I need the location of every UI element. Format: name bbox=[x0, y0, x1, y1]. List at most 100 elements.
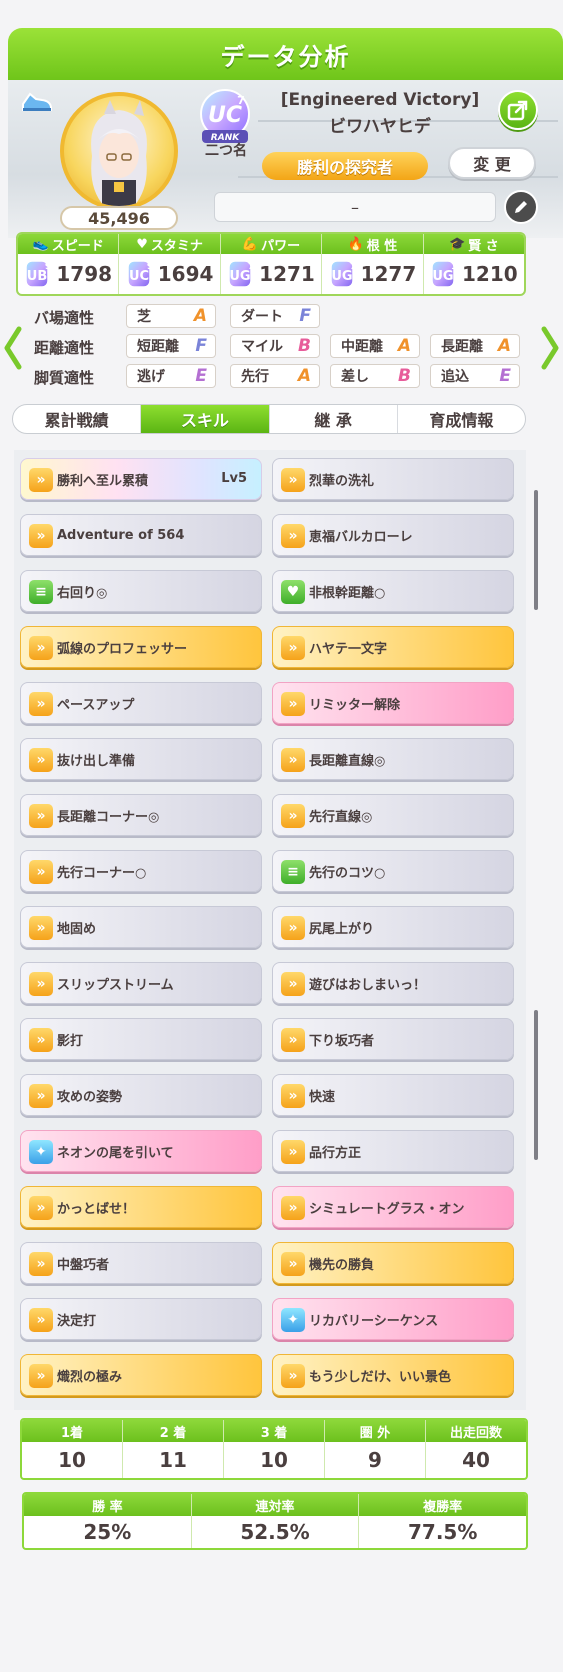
skill-item[interactable]: » 尻尾上がり bbox=[272, 906, 514, 948]
passive-green-icon: ≡ bbox=[29, 580, 53, 604]
character-name: ビワハヤヒデ bbox=[329, 117, 431, 137]
profile-panel: 45,496 UC 7 RANK 二つ名 [Engineered Victory… bbox=[8, 80, 563, 238]
result-cell: 出走回数 40 bbox=[426, 1420, 526, 1478]
speed-icon: » bbox=[29, 860, 53, 884]
rank-badge-icon: UC 7 RANK bbox=[200, 89, 250, 143]
skill-item[interactable]: » 長距離直線◎ bbox=[272, 738, 514, 780]
rate-label: 複勝率 bbox=[359, 1494, 526, 1516]
skill-name: 熾烈の極み bbox=[57, 1369, 123, 1385]
stat-label: パワー bbox=[261, 238, 301, 254]
skill-name: 快速 bbox=[309, 1089, 336, 1105]
speed-icon: » bbox=[281, 972, 305, 996]
speed-icon: » bbox=[29, 468, 53, 492]
tab-skills[interactable]: スキル bbox=[141, 405, 270, 433]
skill-item[interactable]: ≡ 先行のコツ○ bbox=[272, 850, 514, 892]
skill-item[interactable]: » もう少しだけ、いい景色 bbox=[272, 1354, 514, 1396]
skill-item[interactable]: » 機先の勝負 bbox=[272, 1242, 514, 1284]
skill-item[interactable]: » 攻めの姿勢 bbox=[20, 1074, 262, 1116]
speed-icon: » bbox=[281, 1028, 305, 1052]
speed-icon: » bbox=[29, 636, 53, 660]
skill-name: 長距離コーナー◎ bbox=[57, 809, 160, 825]
skill-level: Lv5 bbox=[221, 471, 247, 486]
aptitude-grade: A bbox=[497, 336, 511, 356]
skill-item[interactable]: » 遊びはおしまいっ！ bbox=[272, 962, 514, 1004]
rate-label: 連対率 bbox=[191, 1494, 359, 1516]
stat-label: 賢 さ bbox=[468, 238, 499, 254]
skill-item[interactable]: ≡ 右回り◎ bbox=[20, 570, 262, 612]
tab-bar: 累計戦績 スキル 継 承 育成情報 bbox=[12, 404, 526, 434]
speed-icon: » bbox=[29, 748, 53, 772]
skill-item[interactable]: » スリップストリーム bbox=[20, 962, 262, 1004]
speed-icon: » bbox=[29, 1028, 53, 1052]
skill-item[interactable]: » 恵福バルカローレ bbox=[272, 514, 514, 556]
aptitude-grade: A bbox=[297, 366, 311, 386]
speed-icon: » bbox=[281, 1364, 305, 1388]
next-arrow-icon[interactable] bbox=[541, 326, 559, 370]
race-results-table: 1着 10 2 着 11 3 着 10 圏 外9 出走回数 40 bbox=[20, 1418, 528, 1480]
share-button[interactable] bbox=[498, 90, 538, 130]
aptitude-item: 差し B bbox=[330, 364, 420, 388]
scrollbar[interactable] bbox=[534, 1010, 538, 1160]
rate-cell: 連対率 52.5% bbox=[191, 1494, 360, 1548]
recovery-icon: ✦ bbox=[281, 1308, 305, 1332]
skill-item[interactable]: » 下り坂巧者 bbox=[272, 1018, 514, 1060]
skill-name: 中盤巧者 bbox=[57, 1257, 110, 1273]
skill-item[interactable]: » リミッター解除 bbox=[272, 682, 514, 724]
scrollbar[interactable] bbox=[534, 490, 538, 610]
edit-button[interactable] bbox=[504, 190, 538, 224]
trainer-name-field: – bbox=[214, 192, 496, 222]
tab-inheritance[interactable]: 継 承 bbox=[270, 405, 398, 433]
aptitude-name: 短距離 bbox=[137, 339, 179, 355]
skill-name: 品行方正 bbox=[309, 1145, 362, 1161]
speed-icon: » bbox=[281, 524, 305, 548]
skill-item[interactable]: » ペースアップ bbox=[20, 682, 262, 724]
skill-item[interactable]: » 影打 bbox=[20, 1018, 262, 1060]
tab-career-record[interactable]: 累計戦績 bbox=[13, 405, 142, 433]
rate-value: 52.5% bbox=[240, 1520, 310, 1544]
stat-label: 根 性 bbox=[366, 238, 398, 254]
tab-training-info[interactable]: 育成情報 bbox=[398, 405, 525, 433]
skill-item[interactable]: » 先行コーナー○ bbox=[20, 850, 262, 892]
skill-name: ハヤテ一文字 bbox=[309, 641, 388, 657]
skill-name: 右回り◎ bbox=[57, 585, 108, 601]
skill-item[interactable]: » 勝利へ至ル累積 Lv5 bbox=[20, 458, 262, 500]
stat-power: 💪 パワー UG 7 1271 bbox=[220, 234, 323, 294]
stat-value: 1277 bbox=[360, 262, 417, 286]
aptitude-row-distance: 距離適性 短距離 F マイル B 中距離 A 長距離 A bbox=[30, 334, 530, 360]
skill-item[interactable]: » シミュレートグラス・オン bbox=[272, 1186, 514, 1228]
skill-item[interactable]: ✦ ネオンの尾を引いて bbox=[20, 1130, 262, 1172]
aptitude-name: マイル bbox=[241, 339, 283, 355]
skill-item[interactable]: » Adventure of 564 bbox=[20, 514, 262, 556]
skill-item[interactable]: » かっとばせ！ bbox=[20, 1186, 262, 1228]
skill-item[interactable]: » 長距離コーナー◎ bbox=[20, 794, 262, 836]
skill-item[interactable]: » 熾烈の極み bbox=[20, 1354, 262, 1396]
win-rates-table: 勝 率 25% 連対率 52.5% 複勝率 77.5% bbox=[22, 1492, 528, 1550]
skill-item[interactable]: » ハヤテ一文字 bbox=[272, 626, 514, 668]
skill-item[interactable]: ♥ 非根幹距離○ bbox=[272, 570, 514, 612]
skill-item[interactable]: ✦ リカバリーシーケンス bbox=[272, 1298, 514, 1340]
skill-item[interactable]: » 決定打 bbox=[20, 1298, 262, 1340]
skill-item[interactable]: » 中盤巧者 bbox=[20, 1242, 262, 1284]
flame-icon: 🔥 bbox=[347, 236, 364, 252]
prev-arrow-icon[interactable] bbox=[4, 326, 22, 370]
result-value: 10 bbox=[260, 1448, 288, 1472]
skill-item[interactable]: » 品行方正 bbox=[272, 1130, 514, 1172]
skill-name: かっとばせ！ bbox=[57, 1201, 136, 1217]
skill-item[interactable]: » 烈華の洗礼 bbox=[272, 458, 514, 500]
stat-wisdom: 🎓 賢 さ UG 1 1210 bbox=[423, 234, 524, 294]
skill-name: リミッター解除 bbox=[309, 697, 401, 713]
skill-item[interactable]: » 抜け出し準備 bbox=[20, 738, 262, 780]
skill-item[interactable]: » 快速 bbox=[272, 1074, 514, 1116]
skill-item[interactable]: » 地固め bbox=[20, 906, 262, 948]
skill-item[interactable]: » 先行直線◎ bbox=[272, 794, 514, 836]
arm-icon: 💪 bbox=[241, 236, 259, 252]
skill-name: 非根幹距離○ bbox=[309, 585, 386, 601]
aptitude-name: 長距離 bbox=[441, 339, 483, 355]
character-portrait bbox=[60, 92, 178, 210]
skill-item[interactable]: » 弧線のプロフェッサー bbox=[20, 626, 262, 668]
speed-icon: » bbox=[29, 524, 53, 548]
graduation-cap-icon: 🎓 bbox=[448, 236, 466, 252]
aptitude-grade: F bbox=[195, 336, 207, 356]
skill-name: もう少しだけ、いい景色 bbox=[309, 1369, 451, 1385]
change-button[interactable]: 変 更 bbox=[448, 147, 536, 179]
